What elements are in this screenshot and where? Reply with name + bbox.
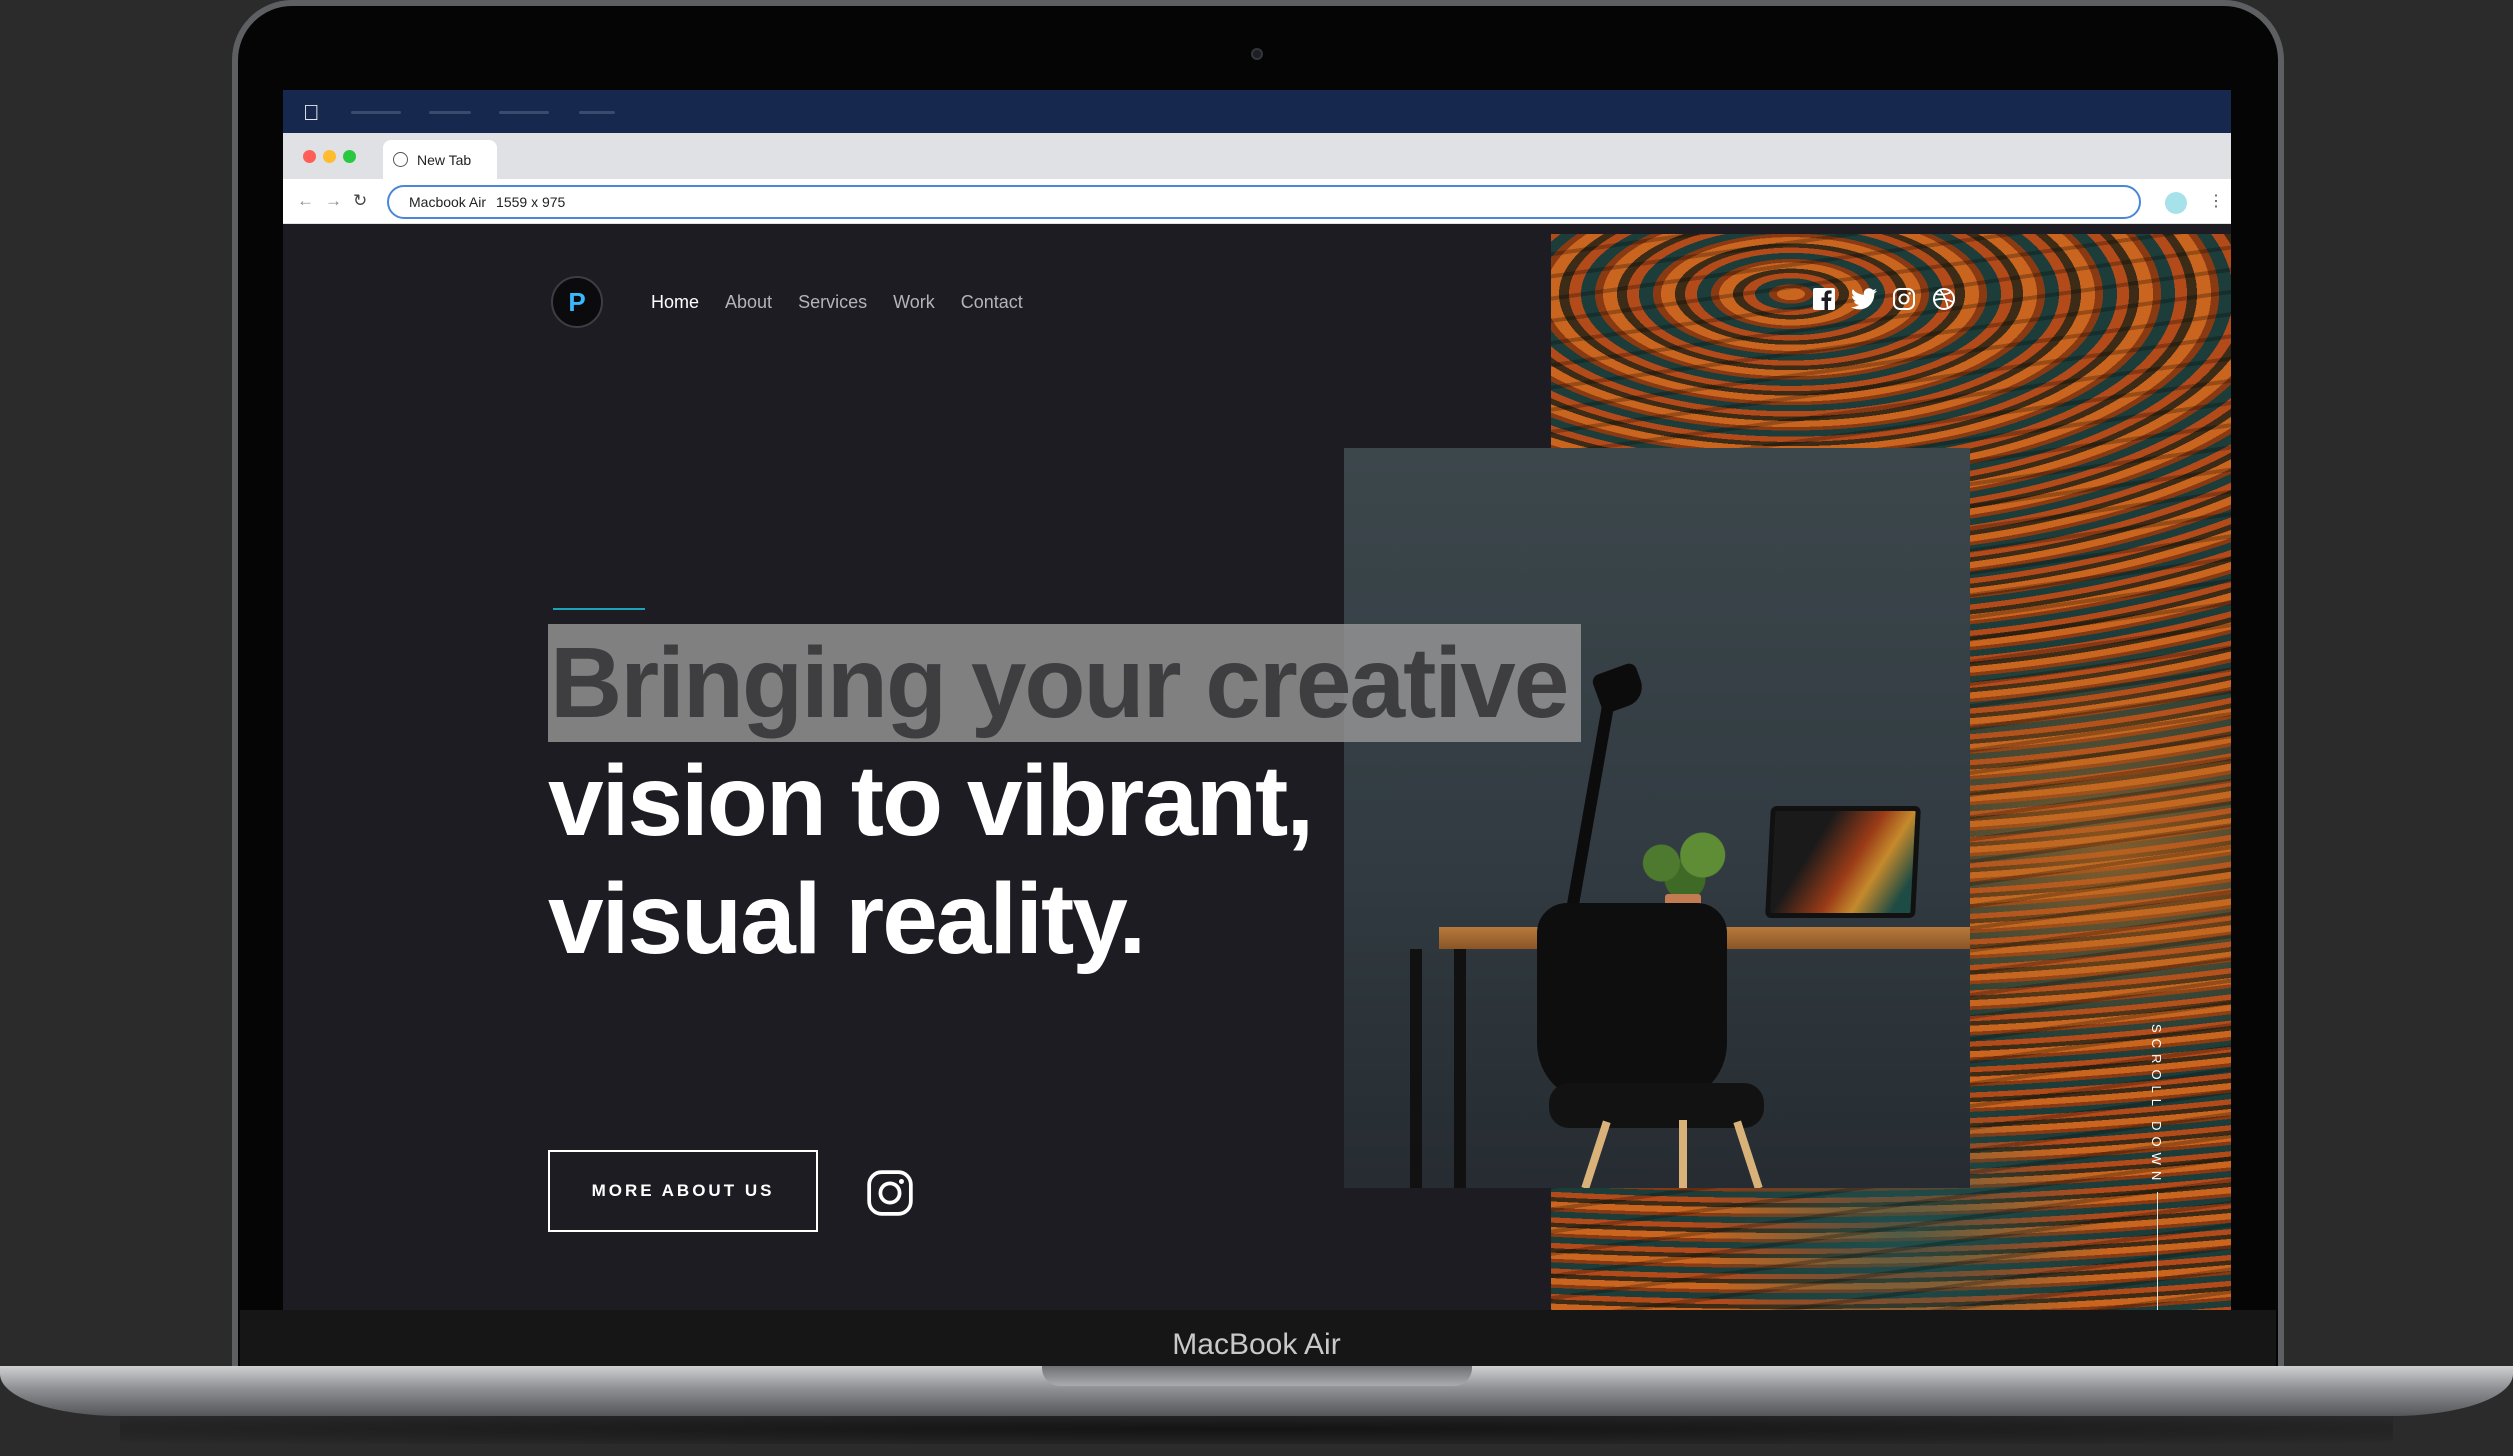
- back-arrow-icon[interactable]: ←: [297, 191, 314, 211]
- laptop-notch: [1042, 1366, 1472, 1386]
- profile-avatar[interactable]: [2165, 192, 2187, 214]
- viewport-size: 1559 x 975: [496, 194, 566, 210]
- macos-menubar: : [283, 90, 2231, 133]
- browser-tabbar: New Tab: [283, 133, 2231, 179]
- accent-line: [553, 608, 645, 610]
- maximize-window-button[interactable]: [343, 150, 356, 163]
- apple-icon[interactable]: : [303, 100, 320, 126]
- dribbble-icon[interactable]: [1931, 286, 1957, 312]
- laptop-on-desk: [1765, 806, 1921, 918]
- desk-leg: [1454, 949, 1466, 1188]
- screen:  New Tab ← → ↻ Macbook Air 1559 x 975: [283, 90, 2231, 1310]
- more-about-us-button[interactable]: MORE ABOUT US: [548, 1150, 818, 1232]
- site-logo[interactable]: P: [551, 276, 603, 328]
- main-nav: Home About Services Work Contact: [651, 292, 1049, 313]
- globe-icon: [393, 152, 408, 167]
- stage:  New Tab ← → ↻ Macbook Air 1559 x 975: [0, 0, 2513, 1456]
- laptop-shadow: [120, 1414, 2393, 1444]
- chair-leg: [1679, 1120, 1687, 1188]
- address-text: Macbook Air: [409, 194, 487, 210]
- address-bar[interactable]: Macbook Air 1559 x 975: [387, 185, 2141, 219]
- device-label: MacBook Air: [1172, 1328, 1341, 1361]
- menu-placeholder[interactable]: [579, 111, 615, 114]
- chair-seat: [1549, 1083, 1764, 1128]
- headline-line-2: vision to vibrant,: [548, 745, 1314, 857]
- scroll-down-label[interactable]: SCROLL DOWN: [2149, 1024, 2164, 1186]
- nav-item-about[interactable]: About: [725, 292, 772, 313]
- scroll-line: [2157, 1192, 2158, 1310]
- headline-line-3: visual reality.: [548, 863, 1146, 975]
- nav-item-contact[interactable]: Contact: [961, 292, 1023, 313]
- hero-headline: Bringing your creative vision to vibrant…: [548, 624, 1668, 978]
- instagram-icon[interactable]: [1891, 286, 1917, 312]
- headline-line-1: Bringing your creative: [548, 624, 1582, 742]
- more-menu-icon[interactable]: ⋮: [2208, 191, 2224, 211]
- nav-item-home[interactable]: Home: [651, 292, 699, 313]
- nav-item-services[interactable]: Services: [798, 292, 867, 313]
- tab-title: New Tab: [417, 151, 472, 168]
- menu-placeholder[interactable]: [429, 111, 471, 114]
- chair-leg: [1733, 1120, 1763, 1188]
- twitter-icon[interactable]: [1851, 286, 1877, 312]
- desk-leg: [1410, 949, 1422, 1188]
- camera-icon: [1251, 48, 1263, 60]
- logo-letter: P: [568, 286, 586, 317]
- minimize-window-button[interactable]: [323, 150, 336, 163]
- chair-leg: [1581, 1120, 1611, 1188]
- close-window-button[interactable]: [303, 150, 316, 163]
- menu-placeholder[interactable]: [499, 111, 549, 114]
- browser-toolbar: ← → ↻ Macbook Air 1559 x 975 ⋮: [283, 179, 2231, 224]
- reload-icon[interactable]: ↻: [353, 191, 367, 211]
- instagram-icon[interactable]: [865, 1168, 915, 1218]
- browser-tab[interactable]: New Tab: [383, 140, 497, 179]
- menu-placeholder[interactable]: [351, 111, 401, 114]
- forward-arrow-icon[interactable]: →: [325, 191, 342, 211]
- nav-item-work[interactable]: Work: [893, 292, 935, 313]
- website: P Home About Services Work Contact Bring…: [283, 234, 2231, 1310]
- social-links: [1811, 286, 1957, 312]
- facebook-icon[interactable]: [1811, 286, 1837, 312]
